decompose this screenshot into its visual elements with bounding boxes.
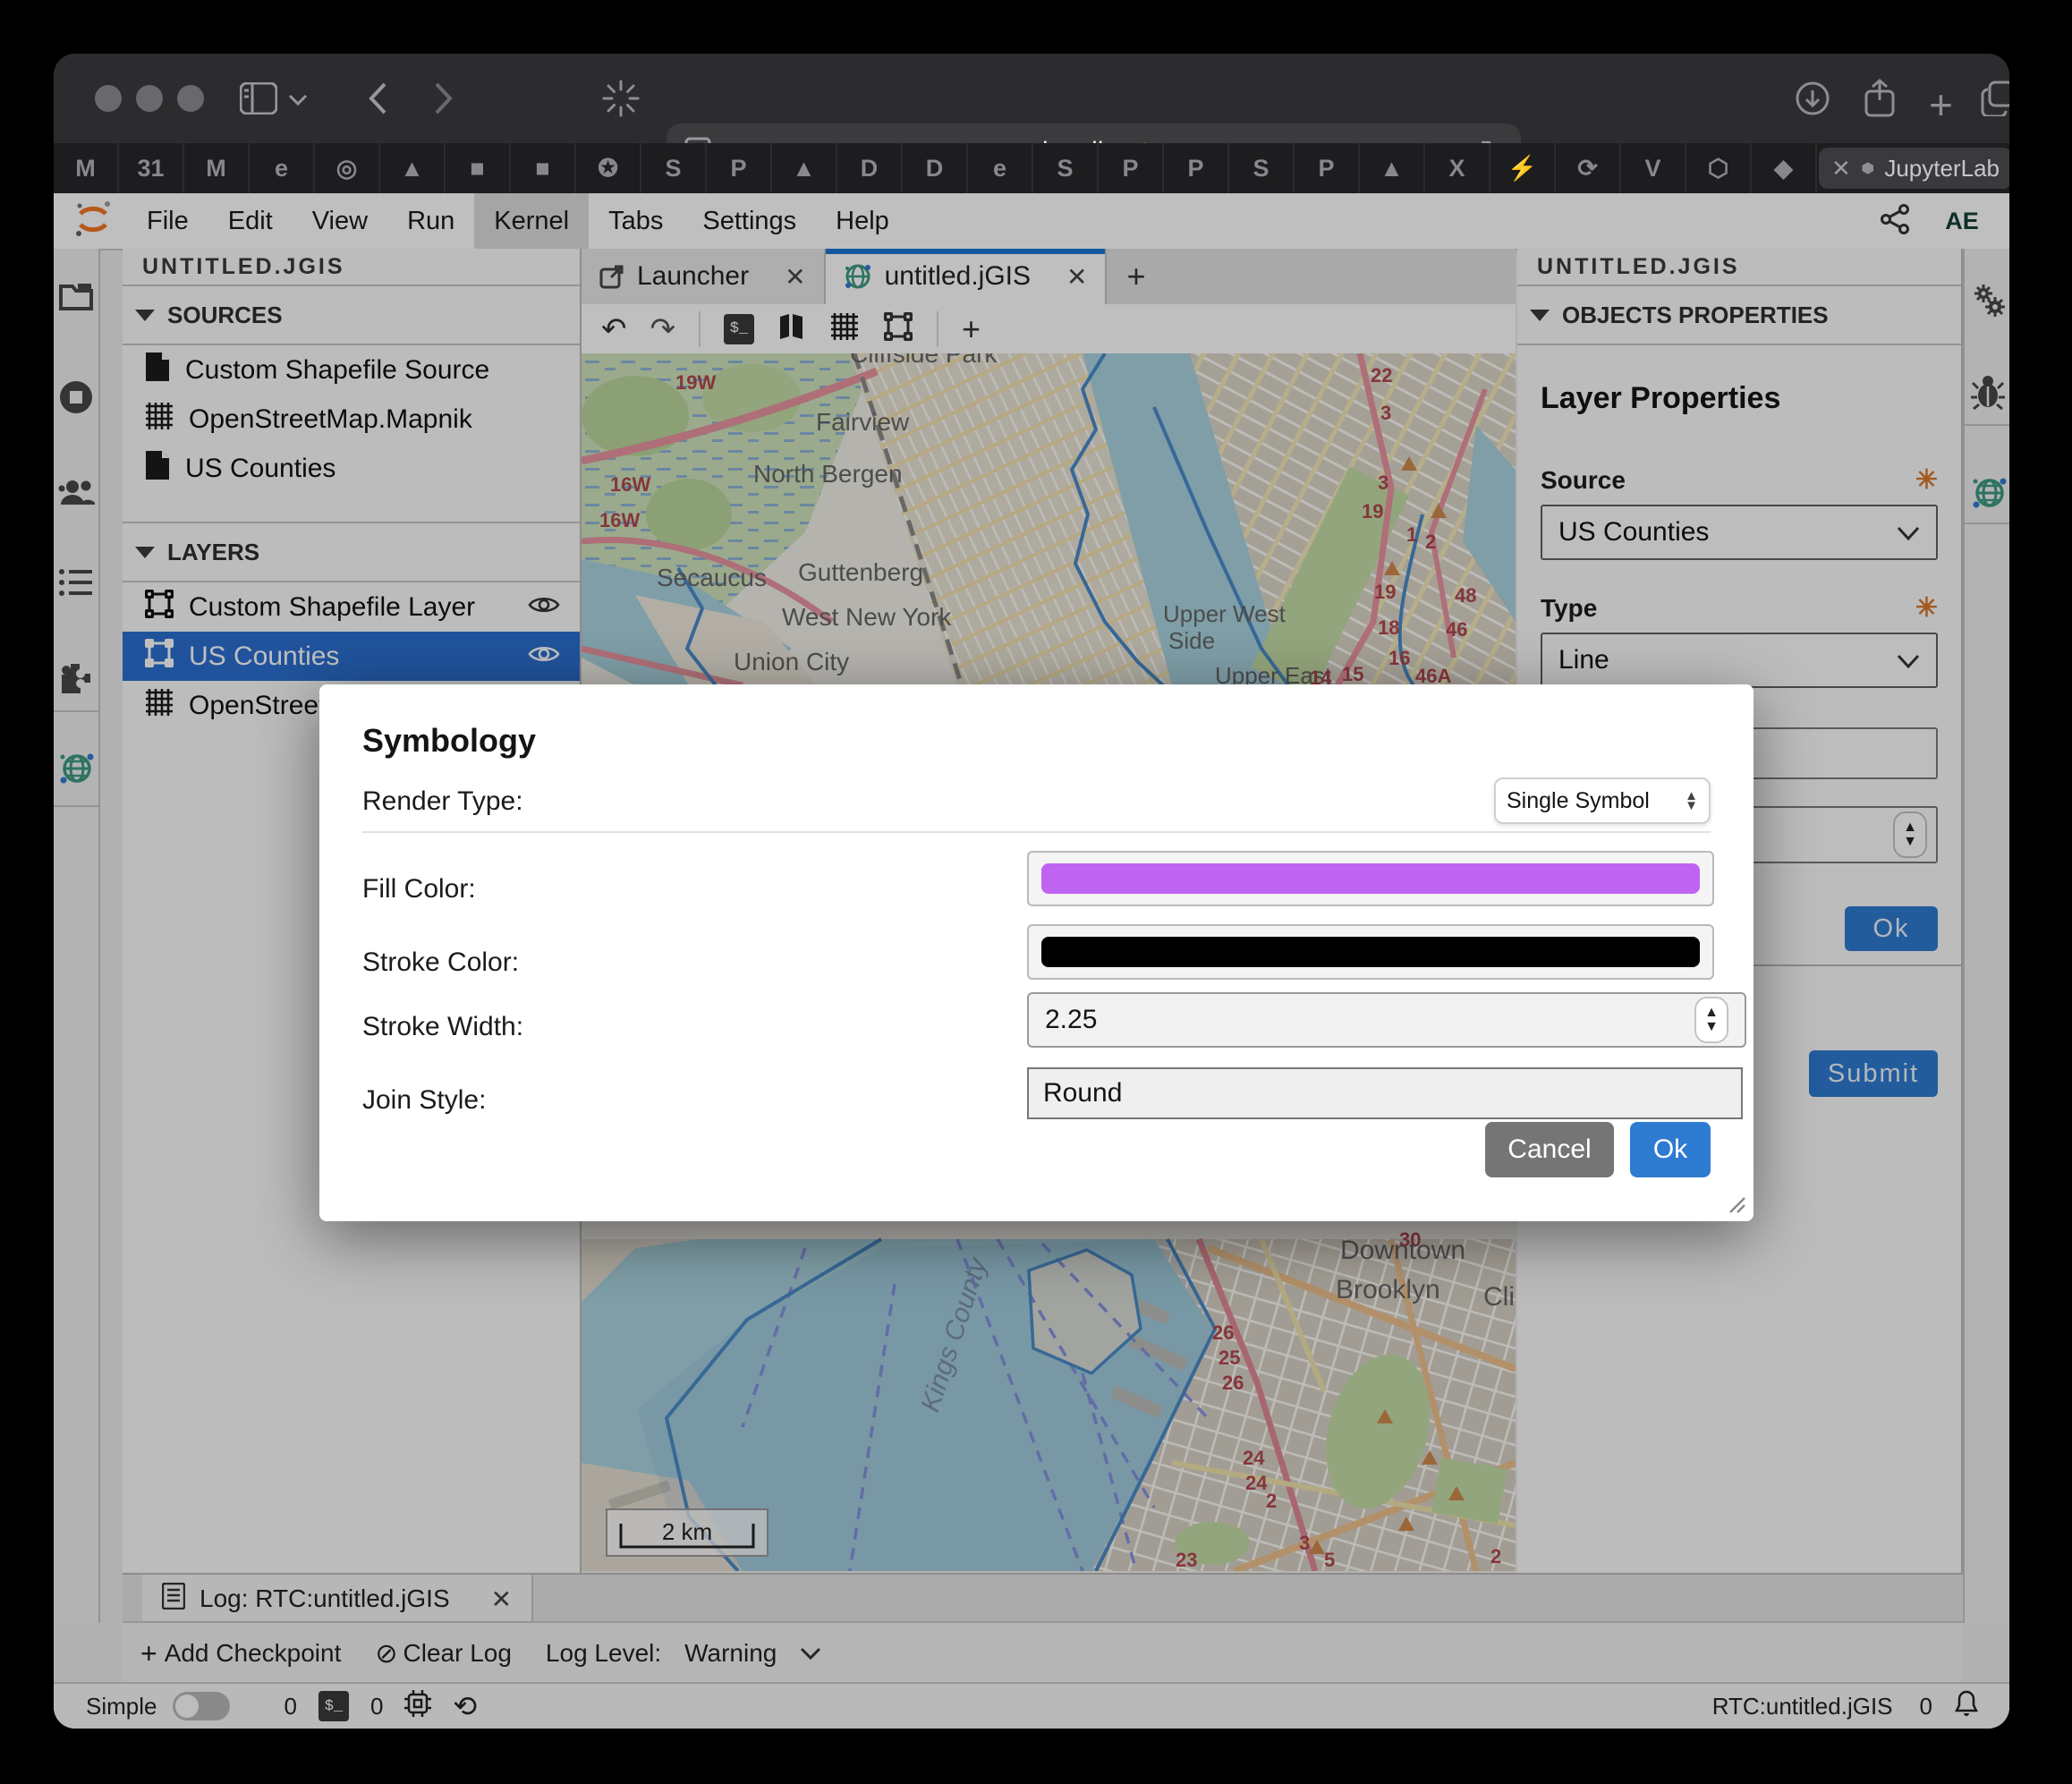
browser-window: localhost ↻ + M31Me◎▲■■✪SP▲DDeSPPSP▲X⚡⟳V…	[54, 54, 2009, 1729]
pinned-tab[interactable]: M	[184, 143, 250, 193]
dialog-divider	[362, 831, 1711, 833]
tab-overview-button[interactable]	[1979, 79, 2009, 116]
pinned-tab[interactable]: P	[1099, 143, 1164, 193]
pinned-tab[interactable]: ◆	[1752, 143, 1817, 193]
join-style-label: Join Style:	[362, 1085, 486, 1116]
render-type-select[interactable]: Single Symbol ▲▼	[1494, 777, 1711, 824]
pinned-tabs: M31Me◎▲■■✪SP▲DDeSPPSP▲X⚡⟳V⬡◆	[54, 143, 1817, 193]
render-type-value: Single Symbol	[1507, 788, 1650, 814]
stepper-icon[interactable]: ▲▼	[1694, 997, 1728, 1043]
screenshot-stage: localhost ↻ + M31Me◎▲■■✪SP▲DDeSPPSP▲X⚡⟳V…	[0, 0, 2072, 1784]
traffic-light-minimize[interactable]	[136, 85, 163, 112]
stroke-width-value: 2.25	[1045, 1005, 1097, 1035]
tab-close-icon[interactable]: ✕	[1831, 155, 1851, 183]
fill-color-swatch	[1041, 863, 1700, 894]
browser-toolbar: localhost ↻ +	[54, 54, 2009, 143]
pinned-tab[interactable]: S	[641, 143, 707, 193]
downloads-button[interactable]	[1795, 81, 1830, 116]
page-load-spinner-icon	[601, 79, 641, 118]
pinned-tab[interactable]: M	[54, 143, 119, 193]
pinned-tab[interactable]: S	[1229, 143, 1295, 193]
pinned-tab[interactable]: e	[250, 143, 315, 193]
symbology-dialog: Symbology Render Type: Single Symbol ▲▼ …	[319, 684, 1754, 1221]
stroke-width-label: Stroke Width:	[362, 1012, 523, 1042]
pinned-tab[interactable]: ⟳	[1556, 143, 1621, 193]
pinned-tab[interactable]: ■	[446, 143, 511, 193]
jupyterlab-favicon	[1862, 156, 1874, 181]
join-style-value: Round	[1043, 1078, 1122, 1109]
sidebar-toggle-icon[interactable]	[240, 82, 277, 115]
stroke-color-swatch	[1041, 937, 1700, 967]
browser-active-tab[interactable]: ✕ JupyterLab	[1819, 148, 2009, 189]
pinned-tab[interactable]: S	[1033, 143, 1099, 193]
pinned-tab[interactable]: D	[837, 143, 903, 193]
pinned-tab[interactable]: ▲	[772, 143, 837, 193]
sidebar-chevron-icon[interactable]	[288, 93, 308, 106]
pinned-tab[interactable]: V	[1621, 143, 1686, 193]
pinned-tab[interactable]: e	[968, 143, 1033, 193]
fill-color-input[interactable]	[1027, 851, 1714, 906]
tab-title: JupyterLab	[1884, 155, 2000, 183]
pinned-tab[interactable]: ⬡	[1686, 143, 1752, 193]
pinned-tab[interactable]: ▲	[380, 143, 446, 193]
cancel-button[interactable]: Cancel	[1485, 1122, 1614, 1177]
new-tab-button[interactable]: +	[1929, 81, 1953, 129]
browser-tab-strip: M31Me◎▲■■✪SP▲DDeSPPSP▲X⚡⟳V⬡◆ ✕ JupyterLa…	[54, 143, 2009, 193]
pinned-tab[interactable]: 31	[119, 143, 184, 193]
back-button[interactable]	[367, 81, 388, 116]
dialog-title: Symbology	[362, 722, 536, 760]
pinned-tab[interactable]: ■	[511, 143, 576, 193]
stroke-color-input[interactable]	[1027, 924, 1714, 980]
select-arrows-icon: ▲▼	[1685, 791, 1698, 811]
render-type-label: Render Type:	[362, 786, 523, 817]
pinned-tab[interactable]: ⚡	[1490, 143, 1556, 193]
pinned-tab[interactable]: P	[707, 143, 772, 193]
traffic-light-close[interactable]	[95, 85, 122, 112]
pinned-tab[interactable]: X	[1425, 143, 1490, 193]
dialog-ok-button[interactable]: Ok	[1630, 1122, 1711, 1177]
fill-color-label: Fill Color:	[362, 874, 476, 905]
pinned-tab[interactable]: D	[903, 143, 968, 193]
pinned-tab[interactable]: ▲	[1360, 143, 1425, 193]
pinned-tab[interactable]: P	[1295, 143, 1360, 193]
share-button[interactable]	[1863, 79, 1897, 118]
pinned-tab[interactable]: ✪	[576, 143, 641, 193]
traffic-light-zoom[interactable]	[177, 85, 204, 112]
resize-handle-icon[interactable]	[1723, 1191, 1746, 1214]
stroke-color-label: Stroke Color:	[362, 947, 519, 978]
pinned-tab[interactable]: ◎	[315, 143, 380, 193]
join-style-select[interactable]: Round	[1027, 1067, 1743, 1119]
forward-button[interactable]	[433, 81, 454, 116]
pinned-tab[interactable]: P	[1164, 143, 1229, 193]
stroke-width-input[interactable]: 2.25 ▲▼	[1027, 992, 1746, 1048]
